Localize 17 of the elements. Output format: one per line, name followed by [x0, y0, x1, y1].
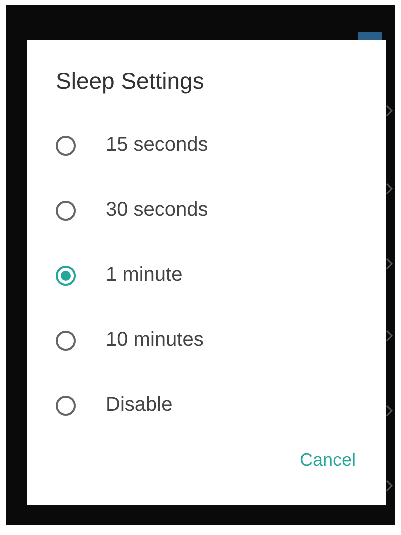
radio-button[interactable]	[55, 394, 77, 416]
option-label[interactable]: 30 seconds	[106, 199, 208, 222]
chevron-icon	[386, 480, 394, 492]
option-label[interactable]: 10 minutes	[106, 329, 204, 352]
radio-button[interactable]	[55, 200, 77, 222]
chevron-icon	[386, 330, 394, 342]
radio-button[interactable]	[55, 330, 77, 352]
chevron-icon	[386, 405, 394, 417]
option-label[interactable]: Disable	[106, 394, 173, 417]
option-label[interactable]: 15 seconds	[106, 134, 208, 157]
radio-button[interactable]	[55, 264, 77, 286]
chevron-icon	[386, 258, 394, 270]
dialog-title: Sleep Settings	[55, 68, 206, 96]
radio-button[interactable]	[55, 134, 77, 156]
chevron-icon	[386, 183, 394, 195]
chevron-icon	[386, 105, 394, 117]
option-label[interactable]: 1 minute	[106, 264, 183, 287]
